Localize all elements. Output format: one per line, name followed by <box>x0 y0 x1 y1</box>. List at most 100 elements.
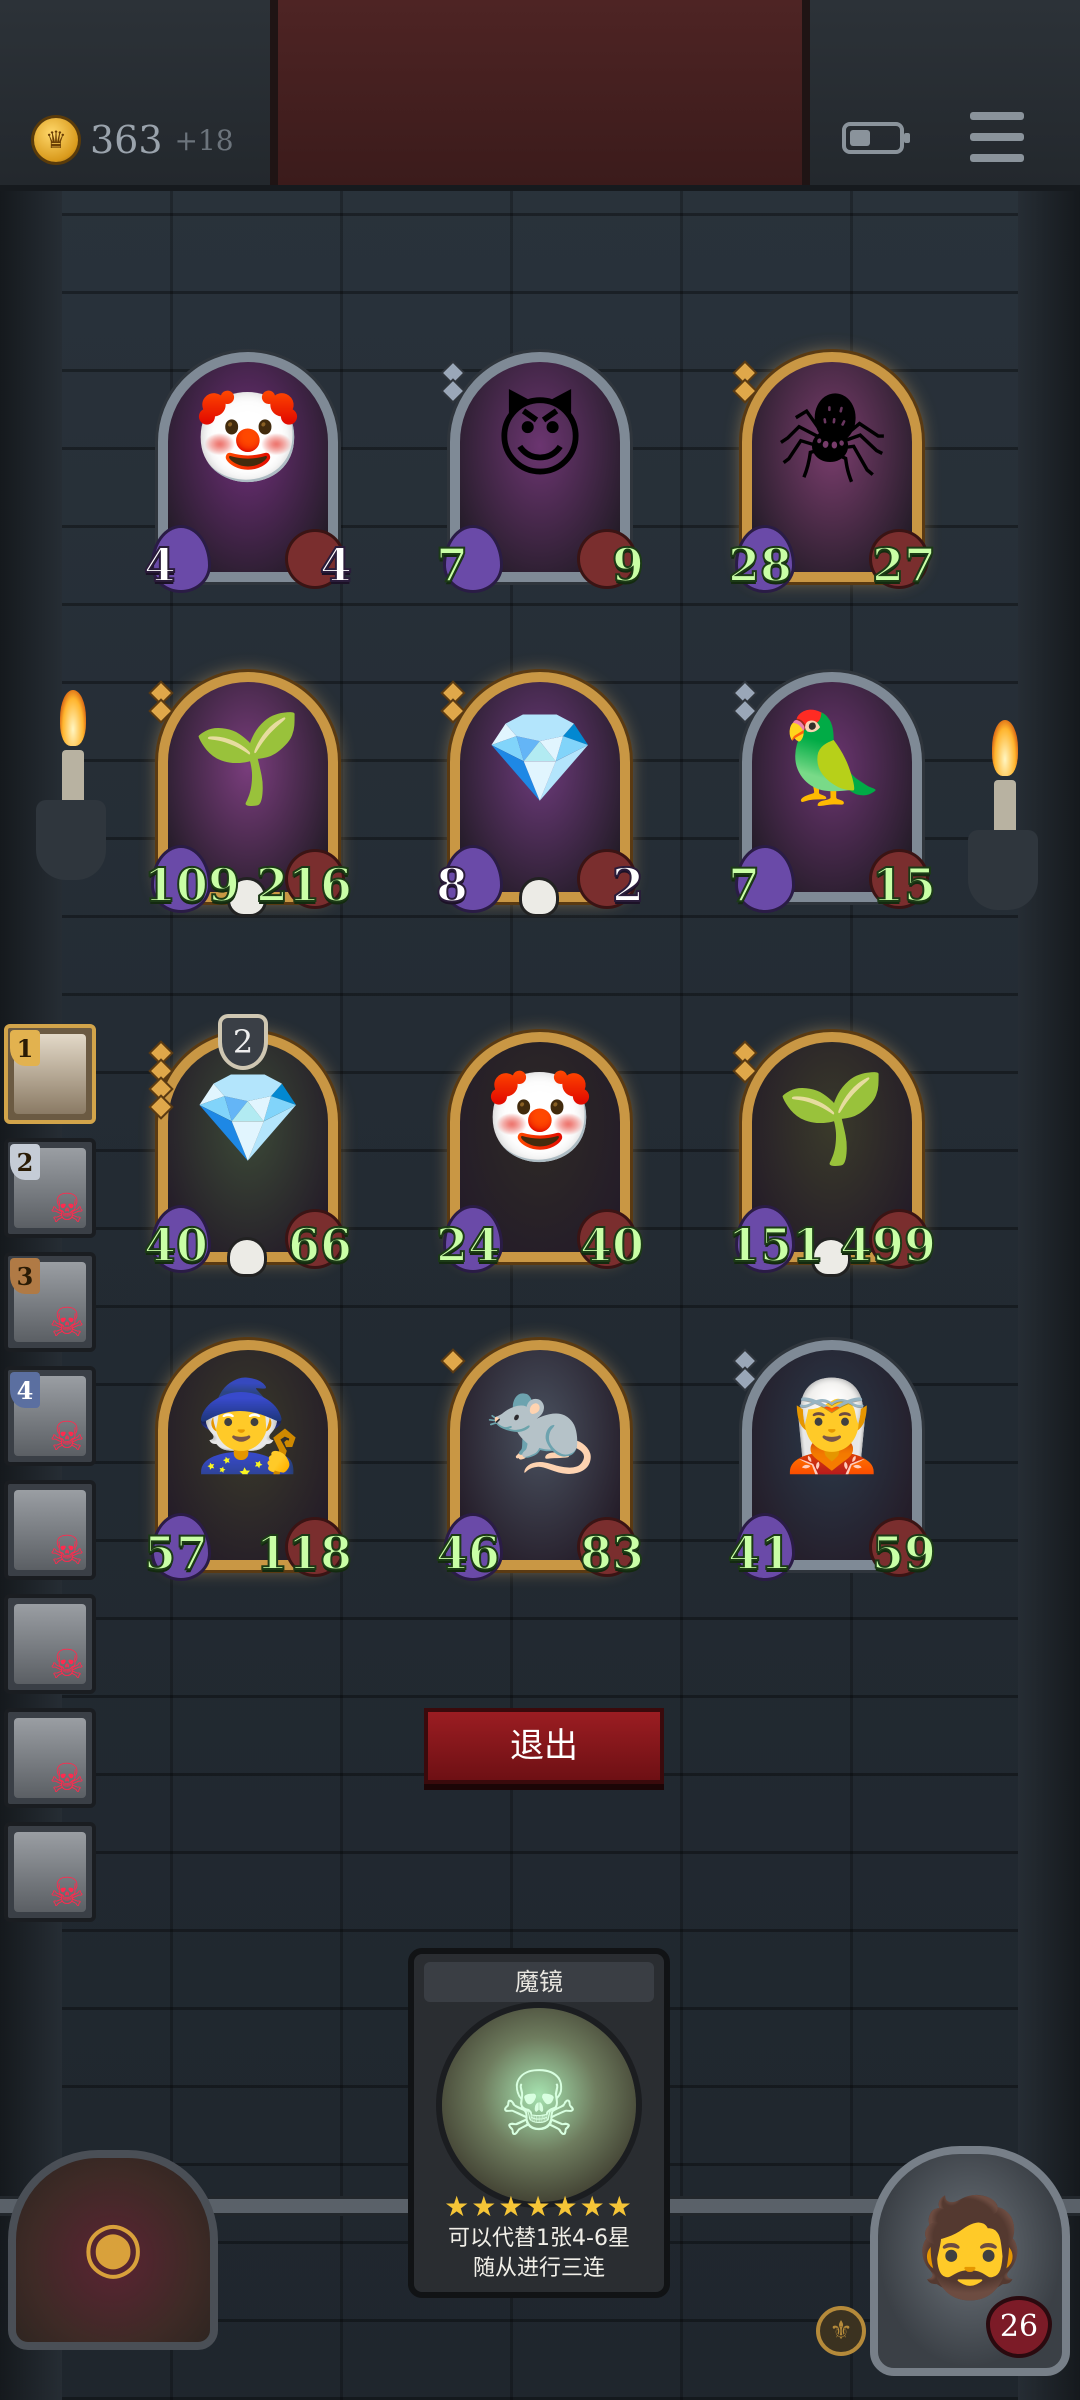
opponent-slot[interactable]: ☠ <box>4 1822 96 1922</box>
right-wall <box>1018 0 1080 2400</box>
minion-portrait-icon: 🐀 <box>485 1373 595 1477</box>
minion-health: 27 <box>871 537 937 593</box>
treasure-chest[interactable]: ◉ <box>8 2150 218 2350</box>
spell-card-title: 魔镜 <box>424 1962 654 2002</box>
upgrade-gems <box>443 683 463 721</box>
opponent-slot[interactable]: 4 ☠ <box>4 1366 96 1466</box>
coin-pile-icon: ◉ <box>82 2205 144 2288</box>
gem-icon <box>151 1043 171 1063</box>
opponent-rank: 2 <box>10 1144 40 1180</box>
spell-card-art: ☠ <box>442 2008 636 2202</box>
gem-icon <box>151 1061 171 1081</box>
minion-attack: 24 <box>435 1217 501 1273</box>
desc-line-1: 可以代替1张4-6星 <box>448 2226 630 2251</box>
gem-icon <box>735 683 755 703</box>
upgrade-gems <box>735 1043 755 1081</box>
minion-attack: 57 <box>143 1525 209 1581</box>
minion-portrait-icon: 🌱 <box>777 1065 887 1169</box>
minion-attack: 8 <box>435 857 469 913</box>
menu-line <box>970 154 1024 162</box>
menu-line <box>970 112 1024 120</box>
spell-card-description: 可以代替1张4-6星 随从进行三连 <box>422 2224 656 2284</box>
menu-button[interactable] <box>970 112 1024 162</box>
opponent-slot[interactable]: ☠ <box>4 1480 96 1580</box>
upgrade-gems <box>151 683 171 721</box>
minion-card[interactable]: 🦜 7 15 <box>727 672 937 913</box>
minion-portrait-icon: 😈 <box>494 385 586 489</box>
upgrade-gems <box>151 1043 171 1117</box>
skull-crossbones-icon: ☠ <box>49 1756 85 1802</box>
minion-attack: 109 <box>143 857 241 913</box>
minion-portrait-icon: 🤡 <box>193 385 303 489</box>
minion-attack: 4 <box>143 537 177 593</box>
minion-health: 15 <box>871 857 937 913</box>
minion-health: 4 <box>319 537 353 593</box>
top-bar: ♛ 363 +18 <box>0 0 1080 191</box>
coin-icon: ♛ <box>34 118 78 162</box>
skull-icon <box>522 880 556 914</box>
skull-crossbones-icon: ☠ <box>49 1642 85 1688</box>
minion-attack: 46 <box>435 1525 501 1581</box>
right-torch <box>968 720 1038 910</box>
opponent-slot[interactable]: 2 ☠ <box>4 1138 96 1238</box>
minion-card[interactable]: 🐀 46 83 <box>435 1340 645 1581</box>
minion-attack: 28 <box>727 537 793 593</box>
minion-card[interactable]: 🌱 109 216 <box>143 672 353 914</box>
gem-icon <box>735 1061 755 1081</box>
minion-card[interactable]: 💎 8 2 <box>435 672 645 914</box>
minion-card[interactable]: 🤡 24 40 <box>435 1032 645 1273</box>
gem-icon <box>735 381 755 401</box>
upgrade-gems <box>735 1351 755 1389</box>
upgrade-gems <box>443 363 463 401</box>
game-screen: ♛ 363 +18 🤡 4 4 😈 7 9 🕷 28 27 🌱 109 216 💎 8 2 🦜 7 15 💎 40 66… <box>0 0 1080 2400</box>
skull-crossbones-icon: ☠ <box>49 1186 85 1232</box>
minion-card[interactable]: 🕷 28 27 <box>727 352 937 593</box>
minion-card[interactable]: 🧙 57 118 <box>143 1340 353 1581</box>
opponent-slot[interactable]: 1 <box>4 1024 96 1124</box>
minion-portrait-icon: 💎 <box>193 1065 303 1169</box>
minion-health: 83 <box>579 1525 645 1581</box>
gold-value: 363 <box>90 118 163 162</box>
minion-portrait-icon: 🧙 <box>193 1373 303 1477</box>
minion-health: 216 <box>255 857 353 913</box>
opponent-slot[interactable]: ☠ <box>4 1594 96 1694</box>
minion-health: 59 <box>871 1525 937 1581</box>
minion-portrait-icon: 🦜 <box>777 705 887 809</box>
minion-card[interactable]: 🧝 41 59 <box>727 1340 937 1581</box>
spell-card[interactable]: 魔镜 ☠ ★★★★★★★ 可以代替1张4-6星 随从进行三连 <box>408 1948 670 2298</box>
hero-face-icon: 🧔 <box>910 2191 1030 2304</box>
ceiling-door <box>270 0 810 185</box>
gem-icon <box>735 701 755 721</box>
minion-health: 9 <box>611 537 645 593</box>
minion-card[interactable]: 😈 7 9 <box>435 352 645 593</box>
tier-badge: 2 <box>218 1014 268 1070</box>
opponent-rank: 4 <box>10 1372 40 1408</box>
skull-crossbones-icon: ☠ <box>49 1528 85 1574</box>
gem-icon <box>735 1369 755 1389</box>
skull-icon <box>230 1240 264 1274</box>
gold-counter: ♛ 363 +18 <box>34 112 234 168</box>
exit-button[interactable]: 退出 <box>424 1708 664 1784</box>
minion-portrait-icon: 💎 <box>485 705 595 809</box>
flame-icon <box>60 690 86 746</box>
upgrade-gems <box>735 683 755 721</box>
gem-icon <box>443 701 463 721</box>
torch-holder <box>968 830 1038 910</box>
gem-icon <box>151 683 171 703</box>
gem-icon <box>443 1351 463 1371</box>
opponent-list: 1 2 ☠ 3 ☠ 4 ☠ ☠ ☠ ☠ ☠ <box>4 1024 102 1922</box>
opponent-slot[interactable]: ☠ <box>4 1708 96 1808</box>
opponent-slot[interactable]: 3 ☠ <box>4 1252 96 1352</box>
hero-power-button[interactable]: ⚜ <box>816 2306 866 2356</box>
opponent-rank: 1 <box>10 1030 40 1066</box>
desc-line-2: 随从进行三连 <box>472 2256 605 2281</box>
spell-card-stars: ★★★★★★★ <box>444 2190 634 2223</box>
minion-portrait-icon: 🤡 <box>485 1065 595 1169</box>
minion-card[interactable]: 🌱 151 499 <box>727 1032 937 1274</box>
minion-health: 118 <box>255 1525 353 1581</box>
minion-portrait-icon: 🧝 <box>777 1373 887 1477</box>
gem-icon <box>151 1079 171 1099</box>
minion-card[interactable]: 🤡 4 4 <box>143 352 353 593</box>
battery-fill <box>850 130 870 146</box>
menu-line <box>970 133 1024 141</box>
